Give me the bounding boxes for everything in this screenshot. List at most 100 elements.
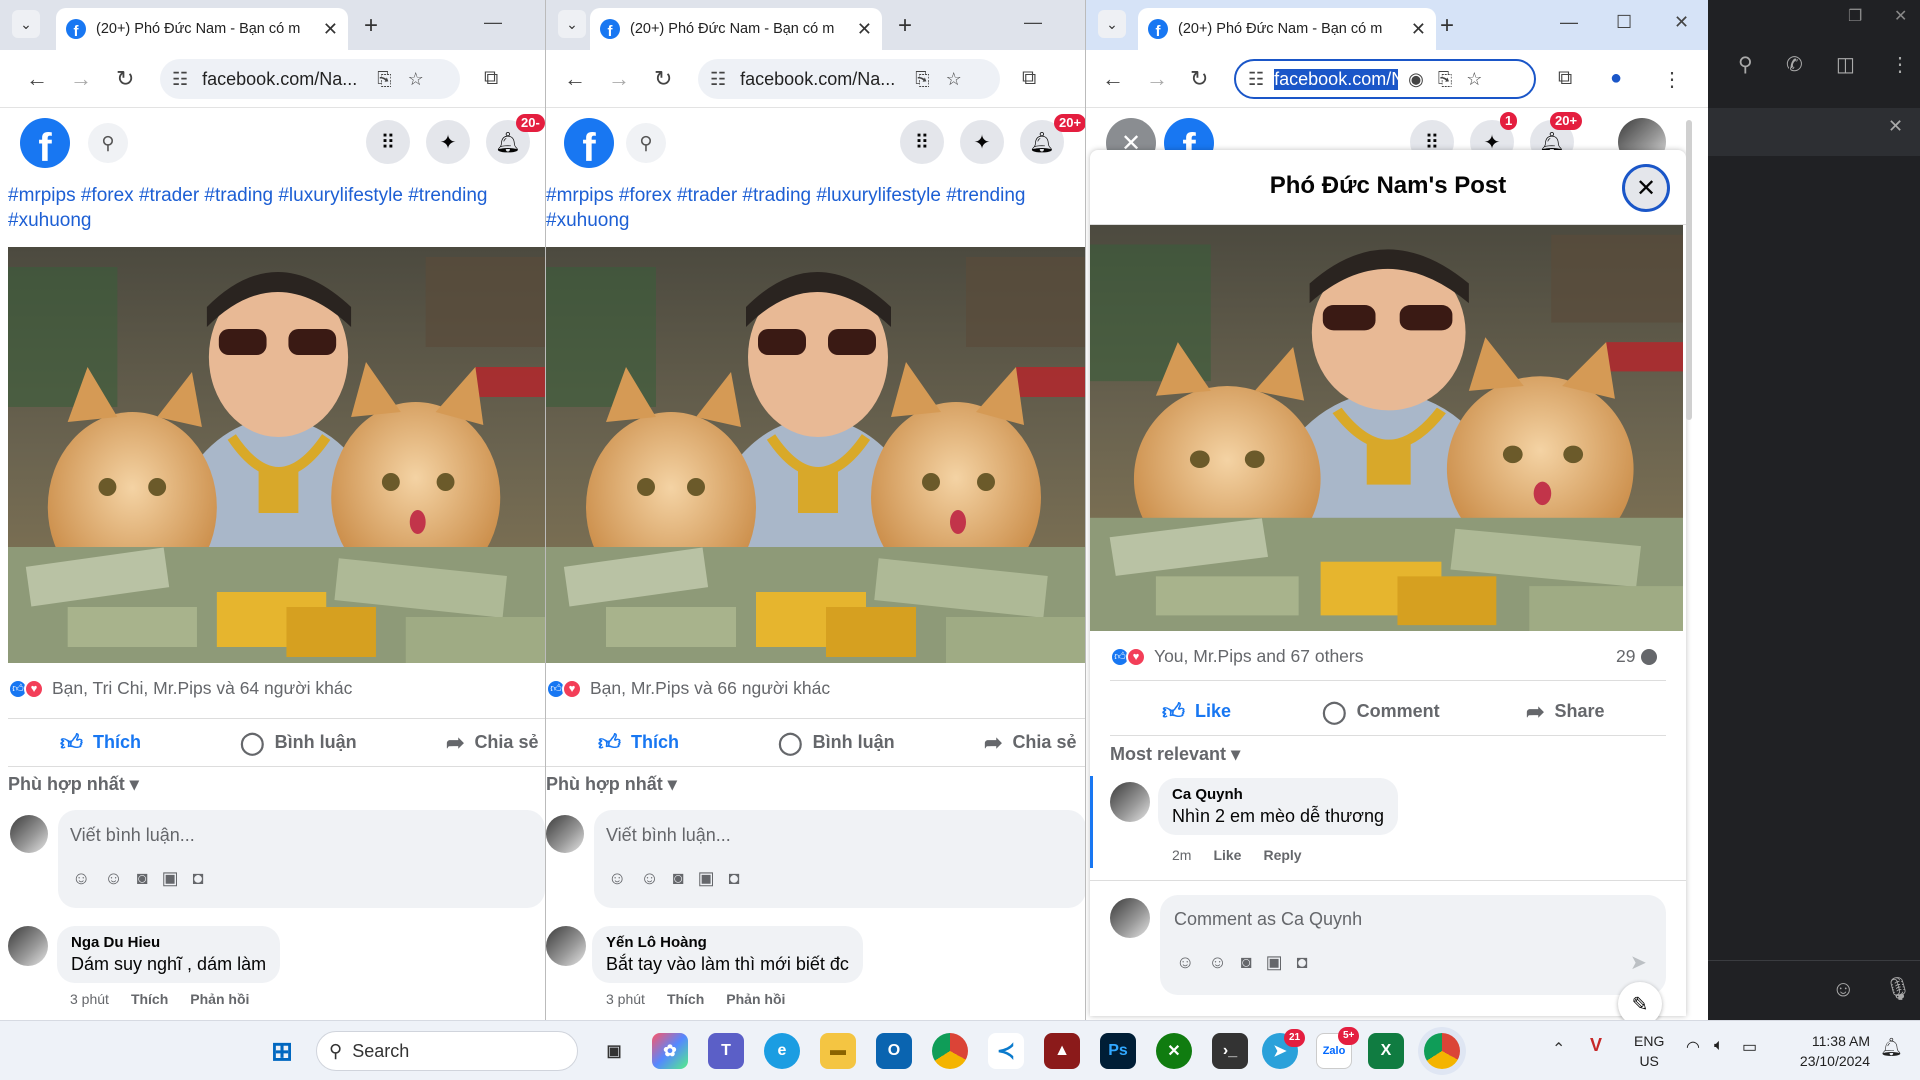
- like-button[interactable]: 👍︎ Thích: [598, 729, 778, 756]
- minimize-button[interactable]: —: [484, 12, 502, 33]
- browser-tab[interactable]: f (20+) Phó Đức Nam - Bạn có m ✕: [590, 8, 882, 50]
- task-view-icon[interactable]: ▣: [596, 1033, 632, 1069]
- site-info-icon[interactable]: ☷: [172, 69, 188, 90]
- like-button[interactable]: 👍︎ Thích: [60, 729, 240, 756]
- new-message-icon[interactable]: ✎: [1618, 982, 1662, 1020]
- comment-time[interactable]: 3 phút: [606, 991, 645, 1007]
- scrollbar[interactable]: [1686, 120, 1692, 420]
- volume-icon[interactable]: 🔈︎: [1714, 1037, 1724, 1055]
- profile-icon[interactable]: ●: [1610, 67, 1622, 90]
- post-photo[interactable]: [8, 247, 545, 663]
- avatar[interactable]: [546, 926, 586, 966]
- reload-icon[interactable]: ↻: [654, 66, 672, 92]
- camera-icon[interactable]: ◙: [673, 868, 684, 889]
- comment-button[interactable]: ◯ Comment: [1322, 698, 1526, 725]
- tab-search-button[interactable]: ⌄: [1098, 10, 1126, 38]
- outlook-icon[interactable]: O: [876, 1033, 912, 1069]
- comment-time[interactable]: 2m: [1172, 847, 1191, 863]
- browser-tab[interactable]: f (20+) Phó Đức Nam - Bạn có m ✕: [1138, 8, 1436, 50]
- emoji-icon[interactable]: ☺: [1208, 952, 1226, 973]
- comment-sort-dropdown[interactable]: Most relevant ▾: [1110, 744, 1240, 765]
- clock[interactable]: 11:38 AM 23/10/2024: [1780, 1031, 1870, 1071]
- facebook-logo[interactable]: f: [564, 118, 614, 168]
- commenter-name[interactable]: Ca Quynh: [1172, 786, 1384, 803]
- comment-count[interactable]: 29: [1616, 646, 1658, 667]
- camera-icon[interactable]: ◙: [1241, 952, 1252, 973]
- reaction-summary[interactable]: 👍︎ ♥ Bạn, Mr.Pips và 66 người khác: [546, 678, 830, 699]
- grid-menu-icon[interactable]: ⠿: [900, 120, 944, 164]
- edge-icon[interactable]: e: [764, 1033, 800, 1069]
- post-photo[interactable]: [1090, 225, 1683, 631]
- antivirus-icon[interactable]: V: [1590, 1035, 1602, 1056]
- comment-input[interactable]: Viết bình luận...: [606, 825, 731, 846]
- kebab-menu-icon[interactable]: ⋮: [1662, 67, 1682, 92]
- terminal-icon[interactable]: ›_: [1212, 1033, 1248, 1069]
- more-icon[interactable]: ⋮: [1890, 52, 1910, 77]
- chrome-profile-icon[interactable]: [932, 1033, 968, 1069]
- omnibox[interactable]: ☷ facebook.com/N ◉ ⎘ ☆: [1234, 59, 1536, 99]
- reaction-summary[interactable]: 👍︎ ♥ You, Mr.Pips and 67 others: [1110, 646, 1364, 667]
- omnibox[interactable]: ☷ facebook.com/Na... ⎘ ☆: [160, 59, 460, 99]
- windows-start-icon[interactable]: ⊞: [264, 1033, 300, 1069]
- back-icon[interactable]: ←: [1102, 66, 1124, 92]
- search-icon[interactable]: ⚲: [88, 123, 128, 163]
- reload-icon[interactable]: ↻: [116, 66, 134, 92]
- avatar-sticker-icon[interactable]: ☺: [72, 868, 90, 889]
- search-icon[interactable]: ⚲: [1738, 52, 1753, 77]
- photoshop-icon[interactable]: Ps: [1100, 1033, 1136, 1069]
- messenger-icon[interactable]: ✦: [426, 120, 470, 164]
- excel-icon[interactable]: X: [1368, 1033, 1404, 1069]
- site-info-icon[interactable]: ☷: [710, 69, 726, 90]
- share-button[interactable]: ➦ Share: [1526, 698, 1604, 725]
- tab-search-button[interactable]: ⌄: [12, 10, 40, 38]
- messenger-icon[interactable]: ✦: [960, 120, 1004, 164]
- wifi-icon[interactable]: ◠: [1686, 1037, 1700, 1057]
- minimize-button[interactable]: —: [1024, 12, 1042, 33]
- emoji-icon[interactable]: ☺: [640, 868, 658, 889]
- avatar[interactable]: [546, 815, 584, 853]
- new-tab-button[interactable]: +: [898, 12, 912, 40]
- comment-sort-dropdown[interactable]: Phù hợp nhất ▾: [546, 774, 677, 795]
- avatar[interactable]: [10, 815, 48, 853]
- site-info-icon[interactable]: ☷: [1248, 69, 1264, 90]
- minimize-button[interactable]: —: [1560, 12, 1578, 33]
- gif-icon[interactable]: ▣: [162, 868, 179, 889]
- comment-like-link[interactable]: Like: [1213, 847, 1241, 863]
- sidebar-icon[interactable]: ◫: [1836, 52, 1855, 77]
- tab-search-button[interactable]: ⌄: [558, 10, 586, 38]
- microphone-icon[interactable]: 🎙︎: [1884, 976, 1912, 1002]
- back-icon[interactable]: ←: [26, 66, 48, 92]
- restore-icon[interactable]: ❐: [1848, 6, 1862, 26]
- camera-icon[interactable]: ◙: [137, 868, 148, 889]
- send-icon[interactable]: ➤: [1630, 950, 1647, 975]
- bookmark-star-icon[interactable]: ☆: [946, 69, 962, 90]
- comment-reply-link[interactable]: Reply: [1263, 847, 1301, 863]
- notification-center-icon[interactable]: 🔔︎: [1880, 1037, 1903, 1058]
- close-tab-icon[interactable]: ✕: [857, 19, 872, 40]
- back-icon[interactable]: ←: [564, 66, 586, 92]
- taskbar-search[interactable]: ⚲ Search: [316, 1031, 578, 1071]
- app-icon[interactable]: ▲: [1044, 1033, 1080, 1069]
- comment-button[interactable]: ◯ Bình luận: [240, 729, 446, 756]
- commenter-name[interactable]: Nga Du Hieu: [71, 934, 266, 951]
- close-tab-icon[interactable]: ✕: [323, 19, 338, 40]
- browser-tab[interactable]: f (20+) Phó Đức Nam - Bạn có m ✕: [56, 8, 348, 50]
- phone-icon[interactable]: ✆: [1786, 52, 1803, 77]
- comment-sort-dropdown[interactable]: Phù hợp nhất ▾: [8, 774, 139, 795]
- sticker-icon[interactable]: ◘: [1297, 952, 1308, 973]
- omnibox[interactable]: ☷ facebook.com/Na... ⎘ ☆: [698, 59, 1000, 99]
- forward-icon[interactable]: →: [1146, 66, 1168, 92]
- post-hashtags[interactable]: #mrpips #forex #trader #trading #luxuryl…: [8, 183, 528, 233]
- forward-icon[interactable]: →: [70, 66, 92, 92]
- gif-icon[interactable]: ▣: [698, 868, 715, 889]
- vscode-icon[interactable]: ≺: [988, 1033, 1024, 1069]
- copilot-icon[interactable]: ✿: [652, 1033, 688, 1069]
- install-app-icon[interactable]: ⎘: [1438, 69, 1452, 90]
- comment-reply-link[interactable]: Phản hồi: [726, 991, 785, 1007]
- emoji-icon[interactable]: ☺: [104, 868, 122, 889]
- comment-like-link[interactable]: Thích: [131, 991, 168, 1007]
- avatar[interactable]: [8, 926, 48, 966]
- chrome-icon[interactable]: [1424, 1033, 1460, 1069]
- reaction-summary[interactable]: 👍︎ ♥ Bạn, Tri Chi, Mr.Pips và 64 người kh…: [8, 678, 352, 699]
- bookmark-star-icon[interactable]: ☆: [408, 69, 424, 90]
